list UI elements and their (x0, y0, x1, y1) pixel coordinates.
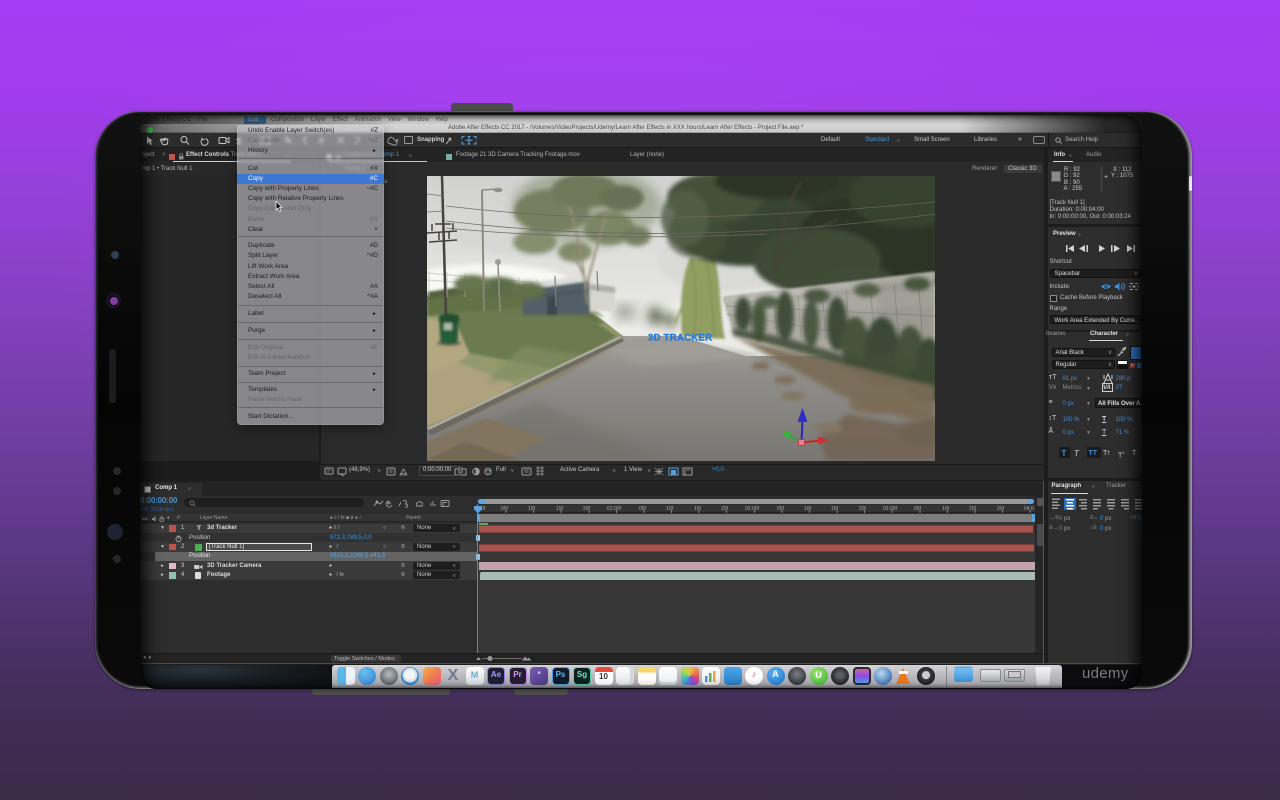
svg-text:3D TRACKER: 3D TRACKER (648, 333, 712, 344)
